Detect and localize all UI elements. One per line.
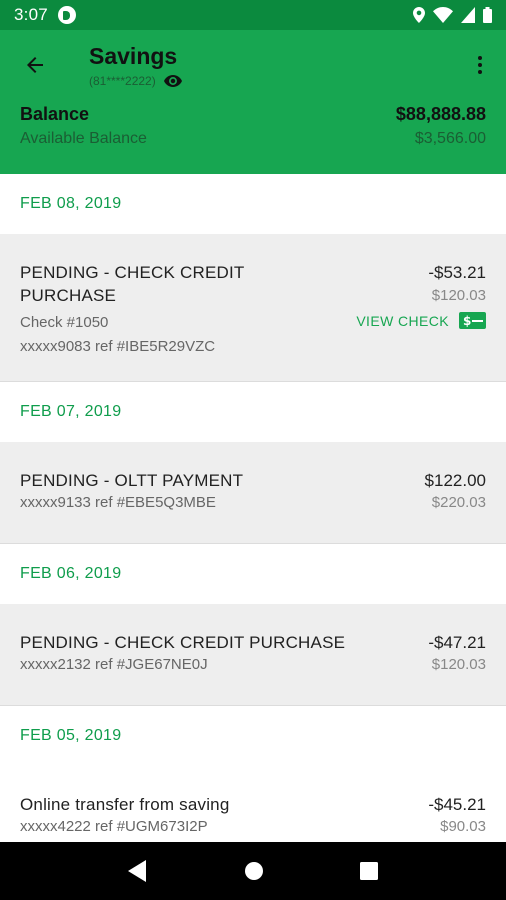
system-navigation-bar bbox=[0, 842, 506, 900]
transaction-ref: xxxxx9133 ref #EBE5Q3MBE bbox=[20, 494, 216, 511]
available-balance-value: $3,566.00 bbox=[414, 130, 486, 147]
date-header: FEB 07, 2019 bbox=[0, 382, 506, 442]
view-check-label: VIEW CHECK bbox=[356, 312, 449, 329]
page-title: Savings bbox=[89, 43, 178, 69]
running-balance: $90.03 bbox=[440, 818, 486, 835]
transaction-row[interactable]: PENDING - CHECK CREDIT PURCHASE -$53.21 … bbox=[0, 234, 506, 382]
transaction-amount: -$53.21 bbox=[428, 263, 486, 282]
running-balance: $220.03 bbox=[431, 494, 486, 511]
transaction-title: Online transfer from saving bbox=[20, 795, 230, 814]
nav-recents-icon[interactable] bbox=[360, 862, 378, 880]
available-balance-label: Available Balance bbox=[20, 130, 147, 147]
status-icons bbox=[413, 7, 492, 23]
transaction-ref: xxxxx4222 ref #UGM673I2P bbox=[20, 818, 208, 835]
transaction-list[interactable]: FEB 08, 2019 PENDING - CHECK CREDIT PURC… bbox=[0, 174, 506, 842]
check-money-icon: $ bbox=[459, 312, 486, 329]
account-number: (81****2222) bbox=[89, 74, 156, 88]
date-header: FEB 06, 2019 bbox=[0, 544, 506, 604]
account-header: Savings (81****2222) Balance $88,888.88 … bbox=[0, 30, 506, 174]
transaction-row[interactable]: PENDING - OLTT PAYMENT $122.00 xxxxx9133… bbox=[0, 442, 506, 544]
view-check-button[interactable]: VIEW CHECK $ bbox=[356, 312, 486, 329]
battery-icon bbox=[483, 7, 492, 23]
location-icon bbox=[413, 7, 425, 23]
transaction-title: PENDING - CHECK CREDIT PURCHASE bbox=[20, 633, 346, 652]
arrow-left-icon bbox=[27, 57, 43, 73]
transaction-row[interactable]: PENDING - CHECK CREDIT PURCHASE -$47.21 … bbox=[0, 604, 506, 706]
nav-back-icon[interactable] bbox=[128, 860, 148, 882]
back-button[interactable] bbox=[20, 50, 50, 80]
account-number-row: (81****2222) bbox=[89, 74, 182, 88]
transaction-ref: xxxxx9083 ref #IBE5R29VZC bbox=[20, 338, 216, 355]
date-header: FEB 08, 2019 bbox=[0, 174, 506, 234]
transaction-amount: $122.00 bbox=[424, 471, 486, 490]
status-time: 3:07 bbox=[14, 5, 48, 24]
signal-icon bbox=[461, 7, 475, 23]
transaction-row[interactable]: Online transfer from saving -$45.21 xxxx… bbox=[0, 766, 506, 842]
notification-app-icon bbox=[57, 6, 76, 24]
status-bar: 3:07 bbox=[0, 0, 506, 30]
check-number: Check #1050 bbox=[20, 314, 109, 331]
date-header: FEB 05, 2019 bbox=[0, 706, 506, 766]
nav-home-icon[interactable] bbox=[244, 861, 264, 881]
balance-value: $88,888.88 bbox=[395, 104, 486, 124]
running-balance: $120.03 bbox=[431, 656, 486, 673]
running-balance: $120.03 bbox=[431, 287, 486, 304]
more-vert-icon[interactable] bbox=[470, 50, 490, 80]
transaction-title: PENDING - CHECK CREDIT PURCHASE bbox=[20, 263, 245, 305]
eye-icon[interactable] bbox=[163, 75, 182, 87]
balance-label: Balance bbox=[20, 104, 90, 124]
wifi-icon bbox=[433, 7, 453, 23]
transaction-title: PENDING - OLTT PAYMENT bbox=[20, 471, 244, 490]
transaction-amount: -$47.21 bbox=[428, 633, 486, 652]
transaction-amount: -$45.21 bbox=[428, 795, 486, 814]
transaction-ref: xxxxx2132 ref #JGE67NE0J bbox=[20, 656, 208, 673]
